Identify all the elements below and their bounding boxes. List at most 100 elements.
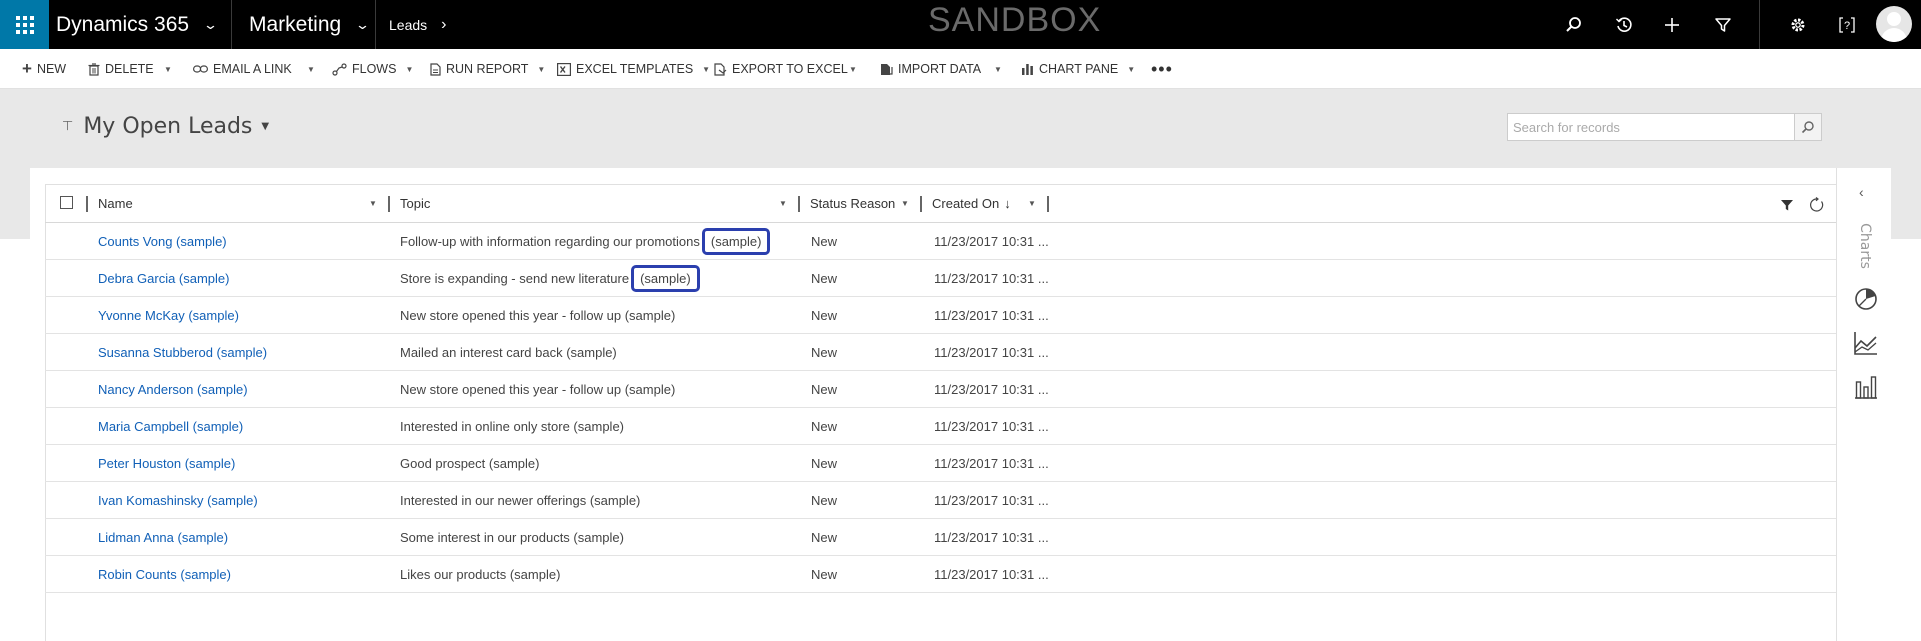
import-data-button[interactable]: IMPORT DATA [880, 49, 981, 89]
table-row[interactable]: Ivan Komashinsky (sample) Interested in … [45, 482, 1836, 519]
history-icon [1616, 16, 1632, 32]
search-icon [1566, 16, 1581, 32]
export-excel-button[interactable]: EXPORT TO EXCEL [714, 49, 848, 89]
lead-name-link[interactable]: Robin Counts (sample) [98, 556, 231, 593]
lead-name-link[interactable]: Lidman Anna (sample) [98, 519, 228, 556]
filter-icon [1781, 200, 1793, 211]
excel-templates-button[interactable]: EXCEL TEMPLATES ▼ [557, 49, 710, 89]
lead-name-link[interactable]: Peter Houston (sample) [98, 445, 235, 482]
column-header-name[interactable]: Name [98, 184, 133, 223]
area-chart-icon[interactable] [1853, 330, 1879, 356]
column-divider[interactable] [388, 196, 390, 212]
more-commands-button[interactable]: ••• [1151, 49, 1173, 89]
plus-icon: + [22, 59, 32, 78]
email-link-button[interactable]: EMAIL A LINK [193, 49, 292, 89]
new-button[interactable]: + NEW [22, 49, 66, 89]
chevron-down-icon[interactable]: ▼ [1028, 184, 1036, 223]
bar-chart-icon [1022, 63, 1033, 75]
lead-status: New [811, 308, 838, 323]
chevron-down-icon[interactable]: ▼ [369, 184, 377, 223]
table-row[interactable]: Robin Counts (sample) Likes our products… [45, 556, 1836, 593]
lead-name-link[interactable]: Nancy Anderson (sample) [98, 371, 248, 408]
chevron-down-icon: ▼ [1127, 64, 1136, 74]
bar-chart-icon[interactable] [1853, 374, 1879, 400]
search-box [1507, 113, 1822, 141]
delete-more-dropdown[interactable]: ▼ [164, 49, 172, 89]
search-button[interactable] [1554, 0, 1594, 49]
view-selector[interactable]: ⊤ My Open Leads ▼ [62, 114, 269, 139]
highlighted-sample-tag: (sample) [701, 228, 771, 255]
grid-filter-button[interactable] [1778, 196, 1796, 214]
breadcrumb[interactable]: Leads › [389, 0, 446, 49]
table-row[interactable]: Debra Garcia (sample) Store is expanding… [45, 260, 1836, 297]
column-divider[interactable] [86, 196, 88, 212]
chevron-down-icon: ▼ [537, 64, 546, 74]
column-divider[interactable] [1047, 196, 1049, 212]
filter-icon [1715, 17, 1731, 32]
lead-created-on: 11/23/2017 10:31 ... [934, 567, 1049, 582]
app-launcher-button[interactable] [0, 0, 49, 49]
table-row[interactable]: Nancy Anderson (sample) New store opened… [45, 371, 1836, 408]
column-divider[interactable] [920, 196, 922, 212]
run-report-label: RUN REPORT [446, 62, 529, 76]
lead-topic: Mailed an interest card back (sample) [400, 345, 617, 360]
delete-button[interactable]: DELETE [88, 49, 154, 89]
table-row[interactable]: Counts Vong (sample) Follow-up with info… [45, 223, 1836, 260]
chevron-down-icon: ▼ [261, 121, 270, 132]
lead-name-link[interactable]: Susanna Stubberod (sample) [98, 334, 267, 371]
column-divider[interactable] [798, 196, 800, 212]
settings-button[interactable] [1778, 0, 1818, 49]
recent-button[interactable] [1604, 0, 1644, 49]
divider [231, 0, 232, 49]
lead-name-link[interactable]: Ivan Komashinsky (sample) [98, 482, 258, 519]
avatar[interactable] [1876, 6, 1912, 42]
run-report-button[interactable]: RUN REPORT ▼ [430, 49, 545, 89]
lead-topic: Interested in our newer offerings (sampl… [400, 493, 641, 508]
chart-pane-label[interactable]: Charts [1855, 216, 1875, 276]
flows-button[interactable]: FLOWS ▼ [332, 49, 413, 89]
table-row[interactable]: Susanna Stubberod (sample) Mailed an int… [45, 334, 1836, 371]
lead-name-link[interactable]: Counts Vong (sample) [98, 223, 227, 260]
table-row[interactable]: Peter Houston (sample) Good prospect (sa… [45, 445, 1836, 482]
lead-topic: Likes our products (sample) [400, 567, 561, 582]
chevron-down-icon[interactable]: ▼ [901, 184, 909, 223]
export-more-dropdown[interactable]: ▼ [849, 49, 857, 89]
column-header-status-reason[interactable]: Status Reason [810, 184, 895, 223]
table-row[interactable]: Maria Campbell (sample) Interested in on… [45, 408, 1836, 445]
breadcrumb-leads: Leads [389, 16, 428, 33]
create-button[interactable] [1652, 0, 1692, 49]
lead-name-link[interactable]: Debra Garcia (sample) [98, 260, 230, 297]
help-button[interactable]: ? [1827, 0, 1867, 49]
area-switcher[interactable]: Marketing ⌄ [249, 0, 370, 49]
excel-icon [557, 62, 571, 76]
link-icon [193, 65, 208, 73]
topic-text: Store is expanding - send new literature [400, 271, 630, 286]
refresh-icon [1810, 197, 1824, 212]
pie-chart-icon[interactable] [1853, 286, 1879, 312]
grid-refresh-button[interactable] [1808, 196, 1826, 214]
divider [1759, 0, 1760, 49]
app-switcher[interactable]: Dynamics 365 ⌄ [56, 0, 219, 49]
search-submit-button[interactable] [1794, 114, 1821, 140]
chevron-left-icon[interactable]: ‹ [1859, 184, 1864, 200]
column-header-created-on[interactable]: Created On ↓ [932, 184, 1011, 223]
import-more-dropdown[interactable]: ▼ [994, 49, 1002, 89]
chart-pane: ‹ Charts [1836, 168, 1891, 641]
chart-pane-button[interactable]: CHART PANE ▼ [1021, 49, 1135, 89]
avatar-icon [1887, 12, 1901, 26]
lead-name-link[interactable]: Maria Campbell (sample) [98, 408, 243, 445]
table-row[interactable]: Yvonne McKay (sample) New store opened t… [45, 297, 1836, 334]
chevron-down-icon[interactable]: ▼ [779, 184, 787, 223]
column-header-topic[interactable]: Topic [400, 184, 430, 223]
area-name: Marketing [249, 12, 342, 36]
search-input[interactable] [1508, 114, 1794, 140]
chart-pane-title: Charts [1857, 223, 1873, 269]
advanced-find-button[interactable] [1703, 0, 1743, 49]
pin-icon[interactable]: ⊤ [62, 119, 73, 134]
apps-grid-icon [15, 15, 34, 34]
lead-name-link[interactable]: Yvonne McKay (sample) [98, 297, 239, 334]
email-more-dropdown[interactable]: ▼ [307, 49, 315, 89]
table-row[interactable]: Lidman Anna (sample) Some interest in ou… [45, 519, 1836, 556]
chevron-down-icon: ⌄ [202, 16, 219, 32]
select-all-checkbox[interactable] [60, 196, 73, 209]
